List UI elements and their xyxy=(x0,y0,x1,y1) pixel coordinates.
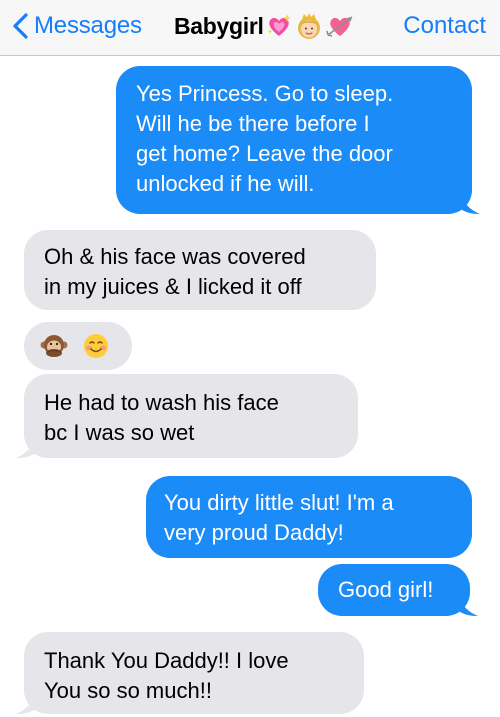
message-bubble-received[interactable]: Thank You Daddy!! I love You so so much!… xyxy=(16,632,364,714)
message-bubble-sent[interactable]: Good girl! xyxy=(318,564,478,616)
message-text: Yes Princess. Go to sleep. xyxy=(136,81,394,106)
bubble-tail xyxy=(16,436,38,458)
contact-name: Babygirl xyxy=(174,12,264,39)
heart-with-arrow-icon xyxy=(325,16,353,37)
navigation-bar: Messages Babygirl Contact xyxy=(0,0,500,56)
message-text: very proud Daddy! xyxy=(164,520,344,545)
message-bubble-received[interactable]: He had to wash his face bc I was so wet xyxy=(16,374,358,458)
conversation-title: Babygirl xyxy=(174,12,354,40)
message-text: in my juices & I licked it off xyxy=(44,274,302,299)
bubble-tail xyxy=(16,692,38,714)
bubble-tail xyxy=(456,594,478,616)
chevron-left-icon xyxy=(13,13,28,39)
message-text: bc I was so wet xyxy=(44,420,195,445)
message-bubble-received[interactable] xyxy=(24,322,132,370)
sparkling-heart-icon xyxy=(267,14,291,36)
message-text: Oh & his face was covered xyxy=(44,244,306,269)
back-button[interactable]: Messages xyxy=(10,12,142,40)
message-text: get home? Leave the door xyxy=(136,141,393,166)
speak-no-evil-monkey-icon xyxy=(40,335,68,357)
message-text: Good girl! xyxy=(338,577,434,602)
contact-button[interactable]: Contact xyxy=(403,12,486,40)
back-button-label: Messages xyxy=(34,12,142,39)
bubble-tail xyxy=(458,192,480,214)
princess-icon xyxy=(297,13,320,39)
message-bubble-sent[interactable]: You dirty little slut! I'm a very proud … xyxy=(146,476,472,558)
smiling-blushing-face-icon xyxy=(84,334,108,358)
conversation-screen: Messages Babygirl Contact Yes Princess. … xyxy=(0,0,500,717)
message-text: unlocked if he will. xyxy=(136,171,315,196)
message-text: You so so much!! xyxy=(44,678,212,703)
message-text: He had to wash his face xyxy=(44,390,279,415)
message-bubble-received[interactable]: Oh & his face was covered in my juices &… xyxy=(24,230,376,310)
message-text: Thank You Daddy!! I love xyxy=(44,648,289,673)
message-text: Will he be there before I xyxy=(136,111,370,136)
message-bubble-sent[interactable]: Yes Princess. Go to sleep. Will he be th… xyxy=(116,66,480,214)
message-text: You dirty little slut! I'm a xyxy=(164,490,394,515)
